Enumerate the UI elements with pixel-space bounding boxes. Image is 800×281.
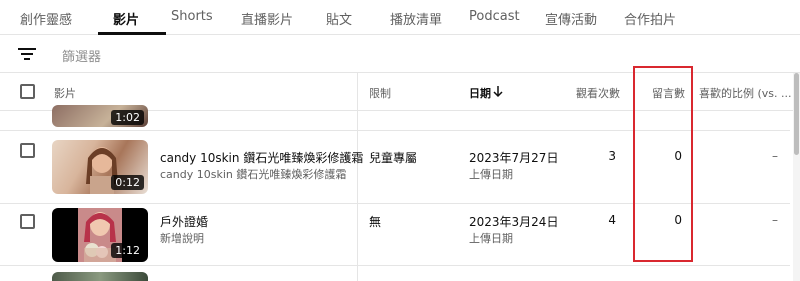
video-thumbnail[interactable]: 1:12 bbox=[52, 208, 148, 262]
filter-icon[interactable] bbox=[18, 48, 36, 60]
video-description[interactable]: 新增說明 bbox=[160, 230, 204, 246]
date-value: 2023年3月24日 bbox=[469, 215, 559, 229]
tab-podcast[interactable]: Podcast bbox=[469, 9, 520, 24]
column-header-video: 影片 bbox=[54, 87, 76, 100]
scrollbar-thumb[interactable] bbox=[794, 73, 799, 155]
tab-promotions[interactable]: 宣傳活動 bbox=[545, 9, 597, 28]
filter-input[interactable]: 篩選器 bbox=[62, 46, 101, 65]
video-title[interactable]: 戶外證婚 bbox=[160, 213, 208, 230]
video-duration: 1:12 bbox=[111, 243, 144, 258]
tab-live[interactable]: 直播影片 bbox=[241, 9, 293, 28]
column-header-views[interactable]: 觀看次數 bbox=[576, 85, 620, 101]
tab-posts[interactable]: 貼文 bbox=[326, 9, 352, 28]
tab-inspiration[interactable]: 創作靈感 bbox=[20, 9, 72, 28]
row-checkbox[interactable] bbox=[20, 214, 35, 229]
video-description: candy 10skin 鑽石光唯臻煥彩修護霜 bbox=[160, 168, 347, 181]
restriction-value: 兒童專屬 bbox=[369, 151, 418, 165]
column-header-likes[interactable]: 喜歡的比例 (vs. ... bbox=[699, 85, 792, 101]
row-checkbox[interactable] bbox=[20, 143, 35, 158]
scrollbar[interactable] bbox=[793, 73, 800, 281]
video-duration: 0:12 bbox=[111, 175, 144, 190]
video-title[interactable]: candy 10skin 鑽石光唯臻煥彩修護霜 bbox=[160, 149, 363, 166]
table-row[interactable] bbox=[0, 266, 790, 281]
arrow-down-icon[interactable] bbox=[492, 85, 504, 98]
video-thumbnail[interactable]: 1:02 bbox=[52, 105, 148, 127]
video-duration: 1:02 bbox=[111, 110, 144, 125]
select-all-checkbox[interactable] bbox=[20, 84, 35, 99]
views-value: 3 bbox=[608, 149, 616, 163]
video-thumbnail[interactable]: 0:12 bbox=[52, 140, 148, 194]
tab-collaborations[interactable]: 合作拍片 bbox=[624, 9, 676, 28]
tab-videos[interactable]: 影片 bbox=[113, 9, 139, 28]
tab-bar: 創作靈感 影片 Shorts 直播影片 貼文 播放清單 Podcast 宣傳活動… bbox=[0, 0, 800, 35]
restriction-value: 無 bbox=[369, 215, 382, 229]
date-value: 2023年7月27日 bbox=[469, 151, 559, 165]
date-subtext: 上傳日期 bbox=[469, 168, 513, 181]
tab-shorts[interactable]: Shorts bbox=[171, 9, 213, 24]
views-value: 4 bbox=[608, 213, 616, 227]
date-subtext: 上傳日期 bbox=[469, 232, 513, 245]
likes-value: – bbox=[772, 149, 778, 163]
comments-column-highlight bbox=[633, 66, 693, 262]
column-header-restriction[interactable]: 限制 bbox=[369, 85, 391, 101]
likes-value: – bbox=[772, 213, 778, 227]
tab-playlists[interactable]: 播放清單 bbox=[390, 9, 442, 28]
video-thumbnail[interactable] bbox=[52, 272, 148, 281]
column-header-date[interactable]: 日期 bbox=[469, 85, 491, 101]
